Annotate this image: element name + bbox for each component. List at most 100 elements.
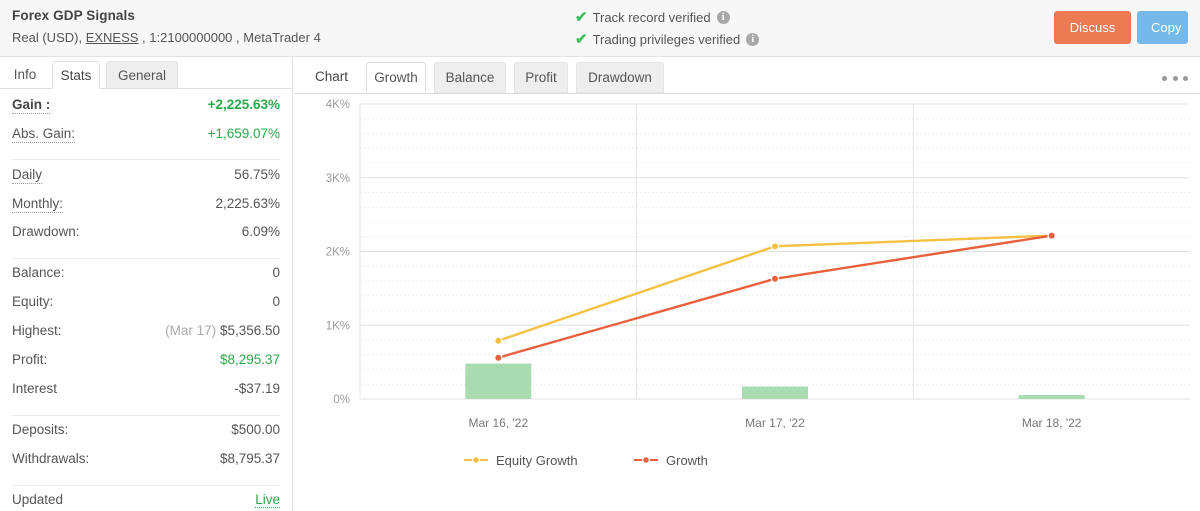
sidebar-tabs: Info Stats General <box>0 57 292 89</box>
kebab-menu-icon[interactable] <box>1162 71 1188 85</box>
chart-point[interactable] <box>770 242 780 251</box>
chart-bar <box>742 386 808 399</box>
stat-value-group: (Mar 17) $5,356.50 <box>165 323 280 338</box>
stat-value: $5,356.50 <box>219 323 280 338</box>
stats-group: Daily 56.75% Monthly: 2,225.63% Drawdown… <box>12 166 280 253</box>
stat-value: 2,225.63% <box>215 196 280 211</box>
stat-row-gain: Gain : +2,225.63% <box>12 96 280 125</box>
stat-row-balance: Balance: 0 <box>12 265 280 294</box>
stat-label: Drawdown: <box>12 224 80 239</box>
stat-row-daily: Daily 56.75% <box>12 166 280 195</box>
stat-label: Highest: <box>12 323 62 338</box>
chart-line-growth <box>497 234 1053 359</box>
chart-svg: 0% 1K% 2K% 3K% 4K% Mar 16, '22 Mar 17, '22 Mar … <box>326 99 1190 468</box>
chart-bar <box>465 363 532 399</box>
stat-row-highest: Highest: (Mar 17) $5,356.50 <box>12 323 280 352</box>
page-title: Forex GDP Signals <box>12 8 135 23</box>
page-header: Forex GDP Signals Real (USD), EXNESS , 1… <box>0 0 1200 57</box>
divider <box>12 415 280 416</box>
stat-label: Balance: <box>12 265 65 280</box>
stats-group: Updated Live Tracking 8 <box>12 492 280 511</box>
live-link[interactable]: Live <box>255 492 280 508</box>
verification-row: ✔ Track record verified i <box>575 8 759 27</box>
divider <box>12 485 280 486</box>
chart-tabs: Chart Growth Balance Profit Drawdown <box>294 57 1200 94</box>
info-icon[interactable]: i <box>716 11 730 24</box>
check-icon: ✔ <box>575 9 588 26</box>
stat-label[interactable]: Monthly: <box>12 195 64 213</box>
x-axis-tick: Mar 16, '22 <box>469 416 529 430</box>
tab-profit[interactable]: Profit <box>514 62 568 93</box>
x-axis-tick: Mar 18, '22 <box>1022 416 1082 430</box>
account-type: Real (USD), <box>12 30 86 45</box>
info-icon[interactable]: i <box>746 33 760 46</box>
divider <box>12 258 280 259</box>
stat-row-drawdown: Drawdown: 6.09% <box>12 224 280 253</box>
stat-label: Profit: <box>12 352 48 367</box>
y-axis-tick: 4K% <box>326 99 350 111</box>
stat-value: 0 <box>272 265 280 280</box>
y-axis-tick: 1K% <box>326 320 350 332</box>
stats-sidebar: Info Stats General Gain : +2,225.63% Abs… <box>0 57 293 511</box>
legend-item[interactable]: Growth <box>634 453 708 468</box>
stats-group: Gain : +2,225.63% Abs. Gain: +1,659.07% <box>12 89 280 154</box>
broker-link[interactable]: EXNESS <box>86 30 139 45</box>
stat-value: +1,659.07% <box>207 126 280 141</box>
chart-panel: Chart Growth Balance Profit Drawdown 0% 1… <box>294 57 1200 511</box>
stat-value: 6.09% <box>241 224 280 239</box>
verification-label: Track record verified <box>592 10 711 25</box>
verification-badges: ✔ Track record verified i ✔ Trading priv… <box>575 8 760 52</box>
stat-value: 56.75% <box>234 167 280 182</box>
stat-label: Updated <box>12 492 64 507</box>
stat-row-equity: Equity: 0 <box>12 294 280 323</box>
divider <box>12 159 280 160</box>
stats-list: Gain : +2,225.63% Abs. Gain: +1,659.07% … <box>0 89 292 511</box>
stats-group: Balance: 0 Equity: 0 Highest: (Mar 17) $… <box>12 265 280 410</box>
stat-row-profit: Profit: $8,295.37 <box>12 352 280 381</box>
stat-row-abs-gain: Abs. Gain: +1,659.07% <box>12 125 280 154</box>
chart-point[interactable] <box>494 353 503 362</box>
highest-date: (Mar 17) <box>165 323 217 338</box>
chart-point[interactable] <box>770 274 780 283</box>
tab-balance[interactable]: Balance <box>434 62 506 93</box>
stat-value: $500.00 <box>231 422 280 437</box>
y-axis-tick: 2K% <box>326 247 350 259</box>
stat-label[interactable]: Gain : <box>12 96 51 114</box>
stat-row-deposits: Deposits: $500.00 <box>12 422 280 451</box>
y-axis-tick: 3K% <box>326 173 350 185</box>
copy-button[interactable]: Copy <box>1137 11 1188 44</box>
y-axis-tick: 0% <box>333 394 350 406</box>
stats-group: Deposits: $500.00 Withdrawals: $8,795.37 <box>12 422 280 480</box>
stat-value: 0 <box>272 294 280 309</box>
stat-label: Equity: <box>12 294 54 309</box>
stat-label: Interest <box>12 381 58 396</box>
discuss-button[interactable]: Discuss <box>1054 11 1131 44</box>
stat-label[interactable]: Daily <box>12 166 43 184</box>
stat-label[interactable]: Abs. Gain: <box>12 125 76 143</box>
tab-drawdown[interactable]: Drawdown <box>576 62 664 93</box>
chart-point[interactable] <box>1047 231 1056 240</box>
verification-row: ✔ Trading privileges verified i <box>575 30 760 49</box>
tab-info[interactable]: Info <box>6 61 44 89</box>
tab-stats[interactable]: Stats <box>52 61 100 89</box>
legend-item[interactable]: Equity Growth <box>464 453 578 468</box>
stat-value: -$37.19 <box>234 381 280 396</box>
tab-general[interactable]: General <box>106 61 178 89</box>
legend-label: Equity Growth <box>496 453 578 468</box>
x-axis-tick: Mar 17, '22 <box>745 416 805 430</box>
tab-chart[interactable]: Chart <box>305 62 358 93</box>
stat-label: Withdrawals: <box>12 451 90 466</box>
tab-growth[interactable]: Growth <box>366 62 426 93</box>
growth-chart: 0% 1K% 2K% 3K% 4K% Mar 16, '22 Mar 17, '22 Mar … <box>294 94 1200 511</box>
stat-label: Deposits: <box>12 422 69 437</box>
stat-row-updated: Updated Live <box>12 492 280 511</box>
verification-label: Trading privileges verified <box>592 32 741 47</box>
profile-page: Forex GDP Signals Real (USD), EXNESS , 1… <box>0 0 1200 511</box>
chart-bar <box>1018 395 1085 399</box>
chart-point[interactable] <box>494 336 503 345</box>
stat-value: $8,295.37 <box>219 352 280 367</box>
stat-row-withdrawals: Withdrawals: $8,795.37 <box>12 451 280 480</box>
stat-value: +2,225.63% <box>207 97 280 112</box>
stat-row-monthly: Monthly: 2,225.63% <box>12 195 280 224</box>
account-details: , 1:2100000000 , MetaTrader 4 <box>138 30 321 45</box>
